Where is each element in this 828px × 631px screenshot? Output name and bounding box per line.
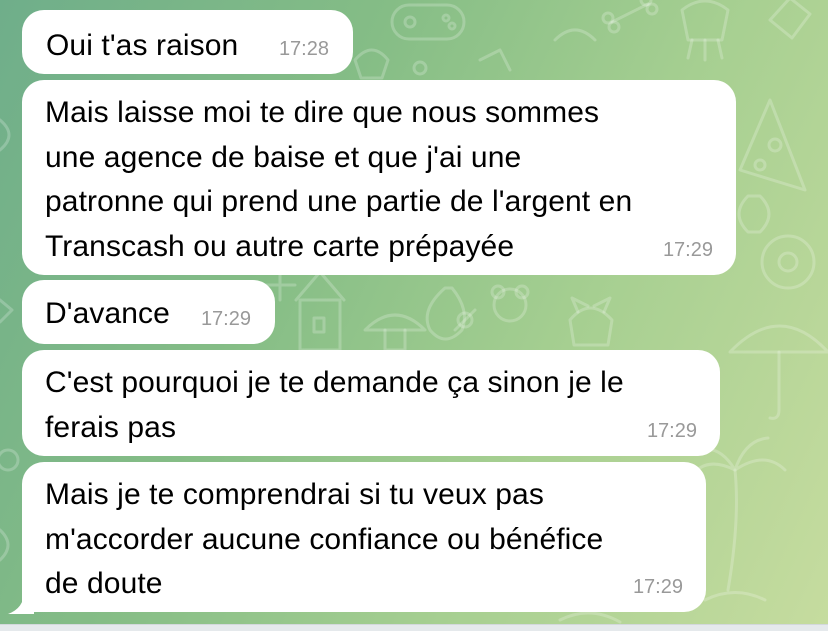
message-text: Mais laisse moi te dire que nous sommes … <box>45 96 633 263</box>
message-timestamp: 17:29 <box>200 308 251 330</box>
message-bubble[interactable]: Mais je te comprendrai si tu veux pas m'… <box>22 462 706 612</box>
message-text: D'avance <box>45 297 170 330</box>
message-text: C'est pourquoi je te demande ça sinon je… <box>45 366 624 444</box>
message-timestamp: 17:29 <box>646 420 697 442</box>
message-timestamp: 17:29 <box>632 576 683 598</box>
message-timestamp: 17:29 <box>662 239 713 261</box>
message-bubble[interactable]: Oui t'as raison 17:28 <box>22 10 353 74</box>
message-bubble[interactable]: C'est pourquoi je te demande ça sinon je… <box>22 350 720 456</box>
bottom-divider <box>0 624 828 631</box>
message-text: Mais je te comprendrai si tu veux pas m'… <box>45 478 604 600</box>
message-timestamp: 17:28 <box>278 38 329 60</box>
message-bubble[interactable]: D'avance 17:29 <box>22 280 275 344</box>
message-text: Oui t'as raison <box>46 29 239 62</box>
message-bubble[interactable]: Mais laisse moi te dire que nous sommes … <box>22 80 736 275</box>
